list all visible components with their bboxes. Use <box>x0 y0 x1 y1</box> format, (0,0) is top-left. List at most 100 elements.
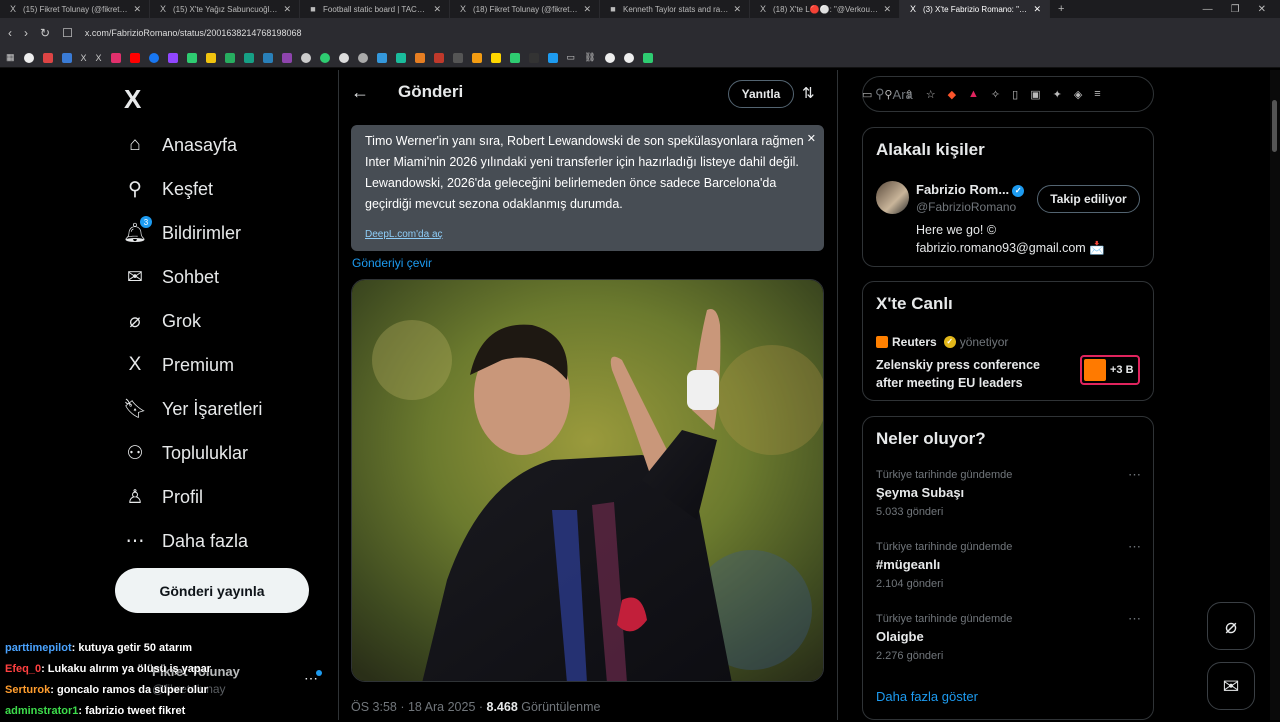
trend-more-icon[interactable]: ⋯ <box>1128 467 1141 483</box>
bookmark-icon[interactable] <box>319 52 330 63</box>
bookmark-icon[interactable] <box>547 52 558 63</box>
nav-item-home[interactable]: ⌂ Anasayfa <box>124 130 237 160</box>
trend-item[interactable]: Türkiye tarihinde gündemde Olaigbe 2.276 g… <box>876 611 1141 662</box>
reload-icon[interactable]: ↻ <box>40 26 50 40</box>
bookmark-icon[interactable] <box>452 52 463 63</box>
bookmark-icon[interactable] <box>110 52 121 63</box>
tab-close-icon[interactable]: ✕ <box>1033 4 1041 15</box>
browser-tab[interactable]: X (15) X'te Yağız Sabuncuoğlu: "🚨 PSG ✕ <box>150 0 300 18</box>
back-arrow-icon[interactable]: ← <box>351 82 369 103</box>
nav-item-search[interactable]: ⚲ Keşfet <box>124 174 213 204</box>
new-tab-button[interactable]: + <box>1050 3 1072 15</box>
show-more-link[interactable]: Daha fazla göster <box>876 689 978 704</box>
bookmark-icon[interactable] <box>243 52 254 63</box>
bookmark-icon[interactable] <box>414 52 425 63</box>
bookmark-icon[interactable] <box>357 52 368 63</box>
trend-item[interactable]: Türkiye tarihinde gündemde Şeyma Subaşı 5.… <box>876 467 1141 518</box>
bookmark-icon[interactable] <box>338 52 349 63</box>
related-name[interactable]: Fabrizio Rom... ✓ <box>916 182 1025 197</box>
bookmark-page-icon[interactable]: ☐ <box>62 26 73 40</box>
url-field[interactable]: x.com/FabrizioRomano/status/200163821476… <box>85 28 1272 38</box>
search-input[interactable]: Ara <box>893 87 913 102</box>
browser-tab[interactable]: ■ Football static board | TACTICALista ✕ <box>300 0 450 18</box>
post-button[interactable]: Gönderi yayınla <box>115 568 309 613</box>
bookmark-icon[interactable] <box>642 52 653 63</box>
bookmark-icon[interactable] <box>186 52 197 63</box>
bookmark-icon[interactable] <box>433 52 444 63</box>
bookmark-icon[interactable] <box>281 52 292 63</box>
nav-item-communities[interactable]: ⚇ Topluluklar <box>124 438 248 468</box>
minimize-button[interactable]: — <box>1203 4 1213 15</box>
bookmark-icon[interactable] <box>262 52 273 63</box>
tab-close-icon[interactable]: ✕ <box>133 4 141 15</box>
reply-button[interactable]: Yanıtla <box>728 80 794 108</box>
messages-fab-icon[interactable]: ✉ <box>1207 662 1255 710</box>
translate-post-link[interactable]: Gönderiyi çevir <box>352 256 432 270</box>
trend-more-icon[interactable]: ⋯ <box>1128 611 1141 627</box>
deepl-link[interactable]: DeepL.com'da aç <box>365 224 443 245</box>
following-button[interactable]: Takip ediliyor <box>1037 185 1140 213</box>
browser-tab[interactable]: ■ Kenneth Taylor stats and ratings | Sofa… <box>600 0 750 18</box>
nav-item-mail[interactable]: ✉ Sohbet <box>124 262 219 292</box>
bookmark-icon[interactable] <box>528 52 539 63</box>
tab-close-icon[interactable]: ✕ <box>733 4 741 15</box>
sort-settings-icon[interactable]: ⇅ <box>802 84 815 102</box>
bookmark-x-icon[interactable]: X <box>81 53 87 63</box>
live-source[interactable]: Reuters ✓ yönetiyor <box>876 335 1008 349</box>
window-close-button[interactable]: ✕ <box>1258 4 1266 15</box>
grok-fab-icon[interactable]: ⌀ <box>1207 602 1255 650</box>
bookmark-icon[interactable] <box>148 52 159 63</box>
bookmark-icon[interactable] <box>376 52 387 63</box>
bookmark-icon[interactable] <box>490 52 501 63</box>
browser-tab[interactable]: X (18) X'te L🔴⚪: "@Verkoulen Man ✕ <box>750 0 900 18</box>
folder-icon[interactable]: ▭ <box>567 52 576 63</box>
nav-item-x-premium[interactable]: X Premium <box>124 350 234 380</box>
x-icon: X <box>9 4 16 14</box>
apps-icon[interactable]: ▦ <box>6 52 15 63</box>
bookmark-icon[interactable] <box>395 52 406 63</box>
bookmark-icon[interactable] <box>300 52 311 63</box>
live-headline[interactable]: Zelenskiy press conference after meeting… <box>876 356 1066 392</box>
bookmark-icon[interactable] <box>509 52 520 63</box>
tab-title: (18) X'te L🔴⚪: "@Verkoulen Man <box>773 4 879 14</box>
bookmark-icon[interactable] <box>623 52 634 63</box>
post-timestamp[interactable]: ÖS 3:58 · 18 Ara 2025 · <box>351 700 487 714</box>
tab-close-icon[interactable]: ✕ <box>583 4 591 15</box>
bookmark-icon[interactable] <box>604 52 615 63</box>
link-icon[interactable]: ⛓ <box>584 52 595 63</box>
nav-item-profile[interactable]: ♙ Profil <box>124 482 203 512</box>
forward-nav-icon[interactable]: › <box>24 26 28 40</box>
nav-item-bookmark[interactable]: 🔖︎ Yer İşaretleri <box>123 394 262 424</box>
bookmark-icon[interactable] <box>23 52 34 63</box>
bookmark-icon[interactable] <box>205 52 216 63</box>
tab-close-icon[interactable]: ✕ <box>883 4 891 15</box>
chat-text: : Lukaku alırım ya ölüsü iş yapar <box>41 663 212 675</box>
bookmark-icon[interactable] <box>129 52 140 63</box>
search-box[interactable]: ⚲ Ara <box>862 76 1154 112</box>
close-icon[interactable]: ✕ <box>807 129 816 150</box>
live-listeners[interactable]: +3 B <box>1080 355 1140 385</box>
bookmark-x-icon[interactable]: X <box>96 53 102 63</box>
bookmark-icon[interactable] <box>61 52 72 63</box>
nav-label: Sohbet <box>162 266 220 287</box>
trend-more-icon[interactable]: ⋯ <box>1128 539 1141 555</box>
bookmark-icon[interactable] <box>42 52 53 63</box>
browser-tab[interactable]: X (15) Fikret Tolunay (@fikretolunay) / X… <box>0 0 150 18</box>
bookmark-icon[interactable] <box>471 52 482 63</box>
browser-tab[interactable]: X (18) Fikret Tolunay (@fikretolunay) / X… <box>450 0 600 18</box>
post-image[interactable] <box>351 279 824 682</box>
maximize-button[interactable]: ❐ <box>1231 4 1240 15</box>
trend-item[interactable]: Türkiye tarihinde gündemde #mügeanlı 2.104… <box>876 539 1141 590</box>
x-logo[interactable]: X <box>124 84 141 115</box>
browser-tab[interactable]: X (3) X'te Fabrizio Romano: "🚨 us ✕ <box>900 0 1050 18</box>
bookmark-icon[interactable] <box>224 52 235 63</box>
avatar[interactable] <box>876 181 909 214</box>
bookmark-icon[interactable] <box>167 52 178 63</box>
scrollbar[interactable] <box>1270 70 1280 720</box>
back-nav-icon[interactable]: ‹ <box>8 26 12 40</box>
nav-item-grok[interactable]: ⌀ Grok <box>124 306 201 336</box>
nav-item-bell[interactable]: 🔔︎ 3 Bildirimler <box>123 216 241 248</box>
nav-item-more[interactable]: ⋯ Daha fazla <box>124 526 249 556</box>
tab-close-icon[interactable]: ✕ <box>433 4 441 15</box>
tab-close-icon[interactable]: ✕ <box>283 4 291 15</box>
